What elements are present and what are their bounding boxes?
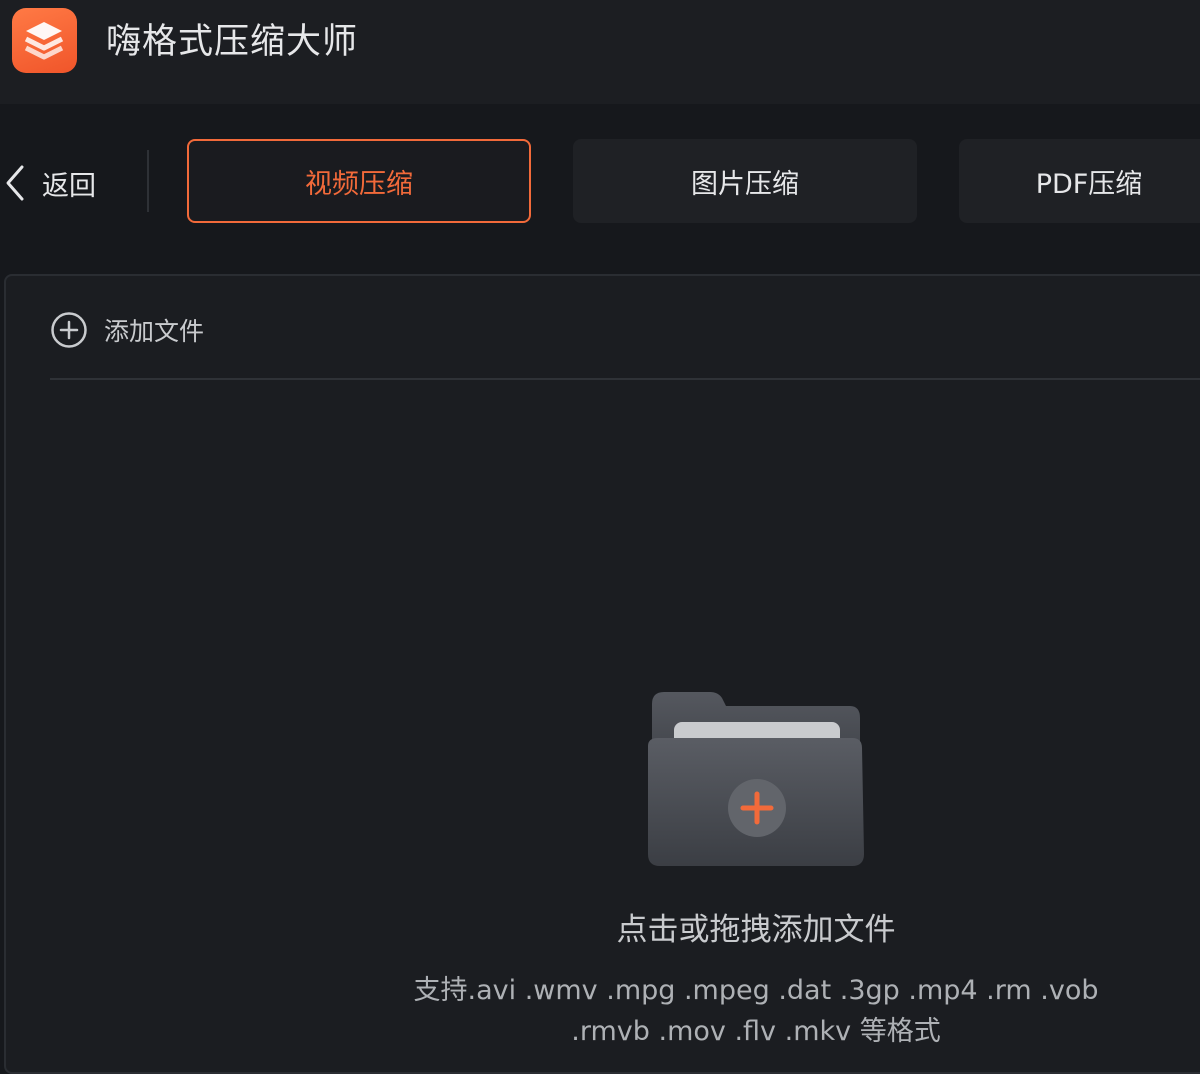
drop-zone-title: 点击或拖拽添加文件 xyxy=(616,912,896,948)
toolbar-divider xyxy=(147,150,149,212)
supported-formats-line1: 支持.avi .wmv .mpg .mpeg .dat .3gp .mp4 .r… xyxy=(413,975,1099,1006)
tab-pdf-compress[interactable]: PDF压缩 xyxy=(959,139,1200,223)
drop-zone[interactable]: 点击或拖拽添加文件 支持.avi .wmv .mpg .mpeg .dat .3… xyxy=(6,386,1200,1066)
tab-image-compress[interactable]: 图片压缩 xyxy=(573,139,917,223)
file-panel: 添加文件 点击或拖拽添加文件 支持.avi .wmv .mpg .mpeg .d… xyxy=(4,274,1200,1074)
add-file-button[interactable]: 添加文件 xyxy=(50,310,204,350)
back-label: 返回 xyxy=(42,170,96,202)
app-logo-icon xyxy=(12,8,77,73)
supported-formats-line2: .rmvb .mov .flv .mkv 等格式 xyxy=(571,1016,941,1047)
back-button[interactable]: 返回 xyxy=(0,158,120,208)
tab-video-compress[interactable]: 视频压缩 xyxy=(187,139,531,223)
title-bar: 嗨格式压缩大师 xyxy=(0,0,1200,104)
tab-label: PDF压缩 xyxy=(1035,168,1143,200)
tab-label: 图片压缩 xyxy=(691,168,799,200)
chevron-left-icon xyxy=(6,165,24,201)
folder-plus-icon xyxy=(648,692,864,866)
panel-divider xyxy=(50,378,1200,380)
app-title: 嗨格式压缩大师 xyxy=(106,22,359,62)
plus-circle-icon xyxy=(51,312,87,348)
add-file-label: 添加文件 xyxy=(104,317,205,346)
supported-formats-hint: 支持.avi .wmv .mpg .mpeg .dat .3gp .mp4 .r… xyxy=(6,970,1200,1052)
tab-label: 视频压缩 xyxy=(305,168,413,200)
